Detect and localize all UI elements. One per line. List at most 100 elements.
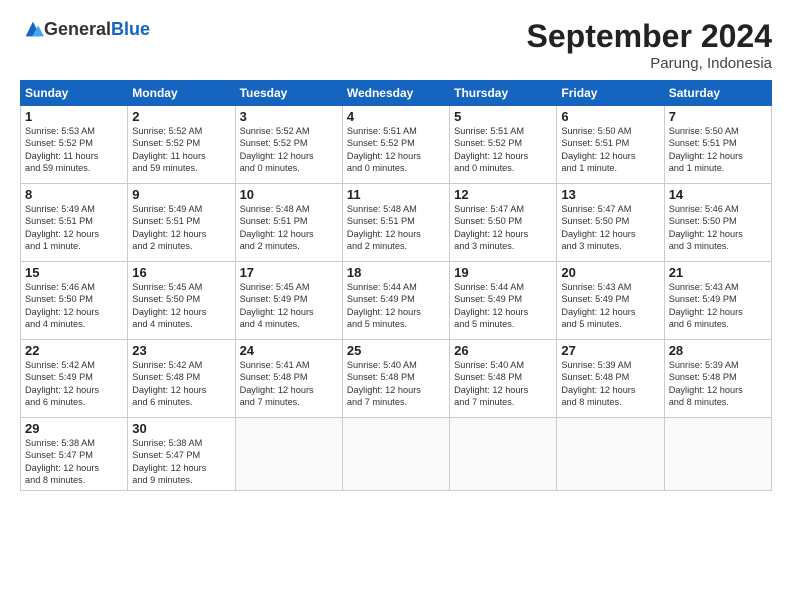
day-number: 14 bbox=[669, 187, 767, 202]
cell-info: Sunrise: 5:47 AM Sunset: 5:50 PM Dayligh… bbox=[561, 203, 659, 253]
logo: GeneralBlue bbox=[20, 18, 150, 40]
cell-info: Sunrise: 5:45 AM Sunset: 5:50 PM Dayligh… bbox=[132, 281, 230, 331]
logo-general: General bbox=[44, 19, 111, 40]
cell-info: Sunrise: 5:51 AM Sunset: 5:52 PM Dayligh… bbox=[347, 125, 445, 175]
day-number: 6 bbox=[561, 109, 659, 124]
cell-info: Sunrise: 5:38 AM Sunset: 5:47 PM Dayligh… bbox=[132, 437, 230, 487]
day-number: 23 bbox=[132, 343, 230, 358]
calendar-cell: 7Sunrise: 5:50 AM Sunset: 5:51 PM Daylig… bbox=[664, 106, 771, 184]
day-number: 19 bbox=[454, 265, 552, 280]
day-number: 1 bbox=[25, 109, 123, 124]
calendar-cell bbox=[235, 418, 342, 491]
day-number: 21 bbox=[669, 265, 767, 280]
day-number: 8 bbox=[25, 187, 123, 202]
calendar-cell: 13Sunrise: 5:47 AM Sunset: 5:50 PM Dayli… bbox=[557, 184, 664, 262]
header-wednesday: Wednesday bbox=[342, 81, 449, 106]
calendar-cell bbox=[450, 418, 557, 491]
logo-blue: Blue bbox=[111, 19, 150, 40]
header-sunday: Sunday bbox=[21, 81, 128, 106]
day-number: 29 bbox=[25, 421, 123, 436]
title-area: September 2024 Parung, Indonesia bbox=[527, 18, 772, 72]
month-title: September 2024 bbox=[527, 18, 772, 55]
cell-info: Sunrise: 5:39 AM Sunset: 5:48 PM Dayligh… bbox=[561, 359, 659, 409]
cell-info: Sunrise: 5:52 AM Sunset: 5:52 PM Dayligh… bbox=[240, 125, 338, 175]
cell-info: Sunrise: 5:45 AM Sunset: 5:49 PM Dayligh… bbox=[240, 281, 338, 331]
day-number: 15 bbox=[25, 265, 123, 280]
cell-info: Sunrise: 5:43 AM Sunset: 5:49 PM Dayligh… bbox=[561, 281, 659, 331]
calendar-cell: 23Sunrise: 5:42 AM Sunset: 5:48 PM Dayli… bbox=[128, 340, 235, 418]
cell-info: Sunrise: 5:49 AM Sunset: 5:51 PM Dayligh… bbox=[132, 203, 230, 253]
cell-info: Sunrise: 5:50 AM Sunset: 5:51 PM Dayligh… bbox=[561, 125, 659, 175]
calendar-row: 8Sunrise: 5:49 AM Sunset: 5:51 PM Daylig… bbox=[21, 184, 772, 262]
calendar-cell: 21Sunrise: 5:43 AM Sunset: 5:49 PM Dayli… bbox=[664, 262, 771, 340]
calendar-cell: 3Sunrise: 5:52 AM Sunset: 5:52 PM Daylig… bbox=[235, 106, 342, 184]
day-number: 25 bbox=[347, 343, 445, 358]
day-number: 20 bbox=[561, 265, 659, 280]
day-number: 5 bbox=[454, 109, 552, 124]
location: Parung, Indonesia bbox=[527, 55, 772, 72]
calendar-cell: 8Sunrise: 5:49 AM Sunset: 5:51 PM Daylig… bbox=[21, 184, 128, 262]
calendar-cell: 25Sunrise: 5:40 AM Sunset: 5:48 PM Dayli… bbox=[342, 340, 449, 418]
header: GeneralBlue September 2024 Parung, Indon… bbox=[20, 18, 772, 72]
cell-info: Sunrise: 5:51 AM Sunset: 5:52 PM Dayligh… bbox=[454, 125, 552, 175]
calendar-cell: 17Sunrise: 5:45 AM Sunset: 5:49 PM Dayli… bbox=[235, 262, 342, 340]
calendar-cell: 19Sunrise: 5:44 AM Sunset: 5:49 PM Dayli… bbox=[450, 262, 557, 340]
calendar-cell bbox=[557, 418, 664, 491]
calendar-cell: 12Sunrise: 5:47 AM Sunset: 5:50 PM Dayli… bbox=[450, 184, 557, 262]
cell-info: Sunrise: 5:49 AM Sunset: 5:51 PM Dayligh… bbox=[25, 203, 123, 253]
day-number: 12 bbox=[454, 187, 552, 202]
calendar-cell: 5Sunrise: 5:51 AM Sunset: 5:52 PM Daylig… bbox=[450, 106, 557, 184]
calendar-cell: 11Sunrise: 5:48 AM Sunset: 5:51 PM Dayli… bbox=[342, 184, 449, 262]
cell-info: Sunrise: 5:48 AM Sunset: 5:51 PM Dayligh… bbox=[347, 203, 445, 253]
cell-info: Sunrise: 5:46 AM Sunset: 5:50 PM Dayligh… bbox=[25, 281, 123, 331]
cell-info: Sunrise: 5:42 AM Sunset: 5:49 PM Dayligh… bbox=[25, 359, 123, 409]
calendar-cell: 28Sunrise: 5:39 AM Sunset: 5:48 PM Dayli… bbox=[664, 340, 771, 418]
calendar-cell: 22Sunrise: 5:42 AM Sunset: 5:49 PM Dayli… bbox=[21, 340, 128, 418]
day-number: 24 bbox=[240, 343, 338, 358]
day-number: 4 bbox=[347, 109, 445, 124]
logo-icon bbox=[22, 18, 44, 40]
cell-info: Sunrise: 5:48 AM Sunset: 5:51 PM Dayligh… bbox=[240, 203, 338, 253]
day-number: 27 bbox=[561, 343, 659, 358]
cell-info: Sunrise: 5:50 AM Sunset: 5:51 PM Dayligh… bbox=[669, 125, 767, 175]
calendar-cell: 15Sunrise: 5:46 AM Sunset: 5:50 PM Dayli… bbox=[21, 262, 128, 340]
header-monday: Monday bbox=[128, 81, 235, 106]
calendar-row: 1Sunrise: 5:53 AM Sunset: 5:52 PM Daylig… bbox=[21, 106, 772, 184]
day-number: 13 bbox=[561, 187, 659, 202]
calendar-row: 22Sunrise: 5:42 AM Sunset: 5:49 PM Dayli… bbox=[21, 340, 772, 418]
header-thursday: Thursday bbox=[450, 81, 557, 106]
calendar-cell: 18Sunrise: 5:44 AM Sunset: 5:49 PM Dayli… bbox=[342, 262, 449, 340]
calendar-table: Sunday Monday Tuesday Wednesday Thursday… bbox=[20, 80, 772, 491]
calendar-cell: 1Sunrise: 5:53 AM Sunset: 5:52 PM Daylig… bbox=[21, 106, 128, 184]
calendar-cell bbox=[342, 418, 449, 491]
cell-info: Sunrise: 5:44 AM Sunset: 5:49 PM Dayligh… bbox=[454, 281, 552, 331]
cell-info: Sunrise: 5:39 AM Sunset: 5:48 PM Dayligh… bbox=[669, 359, 767, 409]
calendar-cell: 29Sunrise: 5:38 AM Sunset: 5:47 PM Dayli… bbox=[21, 418, 128, 491]
header-saturday: Saturday bbox=[664, 81, 771, 106]
day-number: 10 bbox=[240, 187, 338, 202]
header-row: Sunday Monday Tuesday Wednesday Thursday… bbox=[21, 81, 772, 106]
calendar-cell: 14Sunrise: 5:46 AM Sunset: 5:50 PM Dayli… bbox=[664, 184, 771, 262]
cell-info: Sunrise: 5:44 AM Sunset: 5:49 PM Dayligh… bbox=[347, 281, 445, 331]
cell-info: Sunrise: 5:40 AM Sunset: 5:48 PM Dayligh… bbox=[347, 359, 445, 409]
calendar-cell: 27Sunrise: 5:39 AM Sunset: 5:48 PM Dayli… bbox=[557, 340, 664, 418]
calendar-cell: 6Sunrise: 5:50 AM Sunset: 5:51 PM Daylig… bbox=[557, 106, 664, 184]
header-friday: Friday bbox=[557, 81, 664, 106]
cell-info: Sunrise: 5:41 AM Sunset: 5:48 PM Dayligh… bbox=[240, 359, 338, 409]
day-number: 17 bbox=[240, 265, 338, 280]
cell-info: Sunrise: 5:40 AM Sunset: 5:48 PM Dayligh… bbox=[454, 359, 552, 409]
day-number: 3 bbox=[240, 109, 338, 124]
cell-info: Sunrise: 5:53 AM Sunset: 5:52 PM Dayligh… bbox=[25, 125, 123, 175]
day-number: 18 bbox=[347, 265, 445, 280]
day-number: 28 bbox=[669, 343, 767, 358]
day-number: 9 bbox=[132, 187, 230, 202]
page: GeneralBlue September 2024 Parung, Indon… bbox=[0, 0, 792, 612]
calendar-cell: 26Sunrise: 5:40 AM Sunset: 5:48 PM Dayli… bbox=[450, 340, 557, 418]
cell-info: Sunrise: 5:52 AM Sunset: 5:52 PM Dayligh… bbox=[132, 125, 230, 175]
day-number: 16 bbox=[132, 265, 230, 280]
calendar-cell: 24Sunrise: 5:41 AM Sunset: 5:48 PM Dayli… bbox=[235, 340, 342, 418]
cell-info: Sunrise: 5:46 AM Sunset: 5:50 PM Dayligh… bbox=[669, 203, 767, 253]
calendar-cell: 20Sunrise: 5:43 AM Sunset: 5:49 PM Dayli… bbox=[557, 262, 664, 340]
cell-info: Sunrise: 5:42 AM Sunset: 5:48 PM Dayligh… bbox=[132, 359, 230, 409]
calendar-cell: 10Sunrise: 5:48 AM Sunset: 5:51 PM Dayli… bbox=[235, 184, 342, 262]
